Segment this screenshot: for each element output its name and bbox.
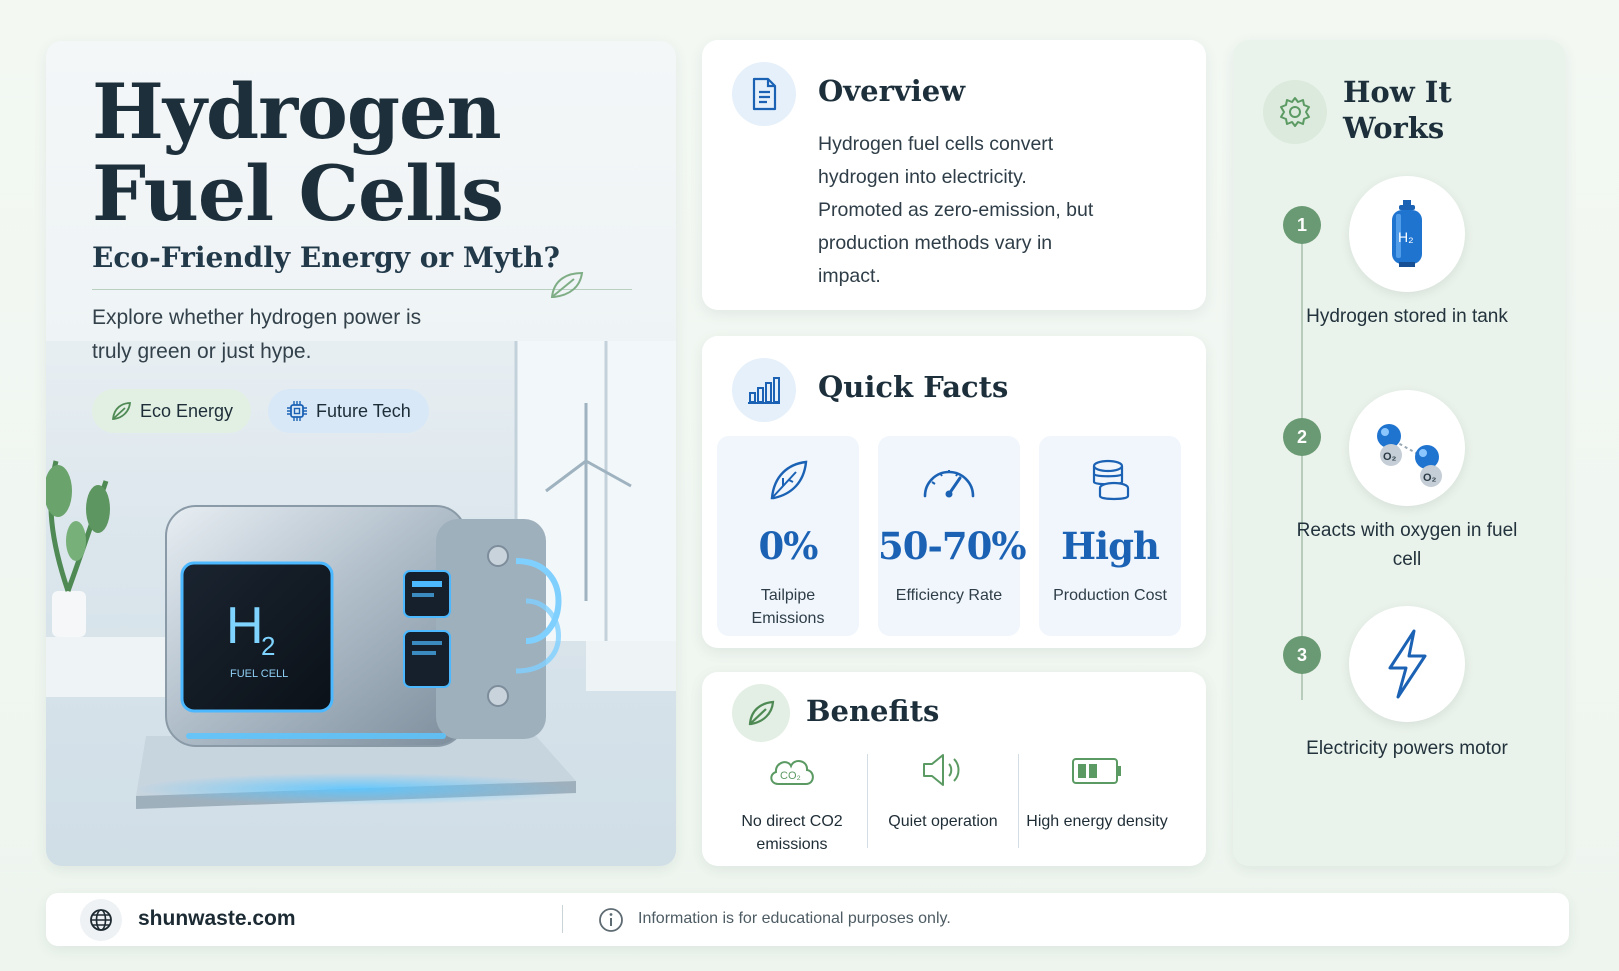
- molecule-icon: O₂ O₂: [1349, 390, 1465, 506]
- tag-eco-energy[interactable]: Eco Energy: [92, 389, 252, 433]
- fact-tailpipe-emissions: 0% Tailpipe Emissions: [717, 436, 859, 636]
- o2-text: O₂: [1423, 472, 1437, 484]
- step-number: 1: [1283, 206, 1321, 244]
- o2-text: O₂: [1383, 451, 1397, 463]
- document-icon: [732, 62, 796, 126]
- how-it-works-card: How It Works 1 H₂ Hydrogen stored in tan…: [1233, 40, 1565, 866]
- leaf-icon: [112, 402, 132, 420]
- footer-bar: shunwaste.com Information is for educati…: [46, 893, 1569, 946]
- benefit-energy-density: High energy density: [1022, 750, 1172, 833]
- benefit-label: High energy density: [1026, 813, 1168, 830]
- title-line-1: Hydrogen: [92, 67, 502, 156]
- step-number: 2: [1283, 418, 1321, 456]
- site-link[interactable]: shunwaste.com: [138, 907, 296, 931]
- page-subtitle: Eco-Friendly Energy or Myth?: [92, 241, 560, 274]
- page-description: Explore whether hydrogen power is truly …: [92, 306, 422, 363]
- fact-label: Efficiency Rate: [895, 587, 1003, 604]
- title-line-2: Works: [1343, 111, 1445, 145]
- h2-icon-text: H₂: [1398, 229, 1414, 245]
- benefit-label: Quiet operation: [888, 813, 998, 830]
- step-number: 3: [1283, 636, 1321, 674]
- tag-label: Eco Energy: [140, 400, 234, 421]
- leaf-icon: [550, 271, 584, 298]
- gear-icon: [1263, 80, 1327, 144]
- benefit-divider: [1018, 754, 1019, 848]
- gauge-icon: [878, 458, 1020, 502]
- info-icon: [599, 908, 623, 932]
- how-it-works-title: How It Works: [1343, 74, 1452, 146]
- h2-screen-symbol: H: [226, 597, 264, 655]
- timeline-line: [1301, 230, 1303, 700]
- footer-divider: [562, 905, 563, 933]
- step-label: Reacts with oxygen in fuel cell: [1296, 520, 1518, 570]
- co2-text: CO₂: [780, 770, 801, 782]
- bar-chart-icon: [732, 358, 796, 422]
- lightning-icon: [1349, 606, 1465, 722]
- leaf-icon: [717, 458, 859, 502]
- tag-label: Future Tech: [316, 400, 411, 421]
- chip-icon: [287, 401, 307, 421]
- fact-label: Tailpipe Emissions: [751, 587, 825, 627]
- hydrogen-tank-icon: H₂: [1349, 176, 1465, 292]
- hero-card: H 2 FUEL CELL Hydrogen Fuel Cells Eco-Fr…: [46, 41, 676, 866]
- globe-icon: [80, 899, 122, 941]
- title-line-2: Fuel Cells: [92, 149, 504, 238]
- fact-value: High: [1061, 524, 1160, 568]
- co2-cloud-icon: CO₂: [717, 750, 867, 794]
- overview-card: Overview Hydrogen fuel cells convert hyd…: [702, 40, 1206, 310]
- fuel-cell-caption: FUEL CELL: [230, 668, 288, 680]
- fact-production-cost: High Production Cost: [1039, 436, 1181, 636]
- disclaimer-text: Information is for educational purposes …: [638, 910, 951, 927]
- h2-screen-subscript: 2: [261, 631, 275, 661]
- fact-label: Production Cost: [1053, 587, 1167, 604]
- benefits-card: Benefits CO₂ No direct CO2 emissions Qui…: [702, 672, 1206, 866]
- fact-efficiency-rate: 50-70% Efficiency Rate: [878, 436, 1027, 636]
- benefit-label: No direct CO2 emissions: [741, 813, 843, 853]
- coins-icon: [1039, 458, 1181, 504]
- quick-facts-title: Quick Facts: [818, 370, 1009, 404]
- overview-title: Overview: [818, 74, 966, 108]
- fact-value: 50-70%: [878, 524, 1027, 568]
- page-title: Hydrogen Fuel Cells: [92, 67, 504, 238]
- fact-value: 0%: [758, 524, 819, 568]
- benefit-no-co2: CO₂ No direct CO2 emissions: [717, 750, 867, 856]
- quick-facts-card: Quick Facts 0% Tailpipe Emissions 50-70%…: [702, 336, 1206, 648]
- benefit-quiet: Quiet operation: [868, 750, 1018, 833]
- tag-future-tech[interactable]: Future Tech: [268, 389, 429, 433]
- benefits-title: Benefits: [806, 694, 940, 728]
- leaf-icon: [732, 684, 790, 742]
- overview-text: Hydrogen fuel cells convert hydrogen int…: [818, 133, 1094, 287]
- battery-icon: [1022, 750, 1172, 794]
- title-line-1: How It: [1343, 75, 1452, 109]
- step-label: Hydrogen stored in tank: [1306, 306, 1508, 327]
- speaker-icon: [868, 750, 1018, 794]
- step-label: Electricity powers motor: [1306, 738, 1508, 759]
